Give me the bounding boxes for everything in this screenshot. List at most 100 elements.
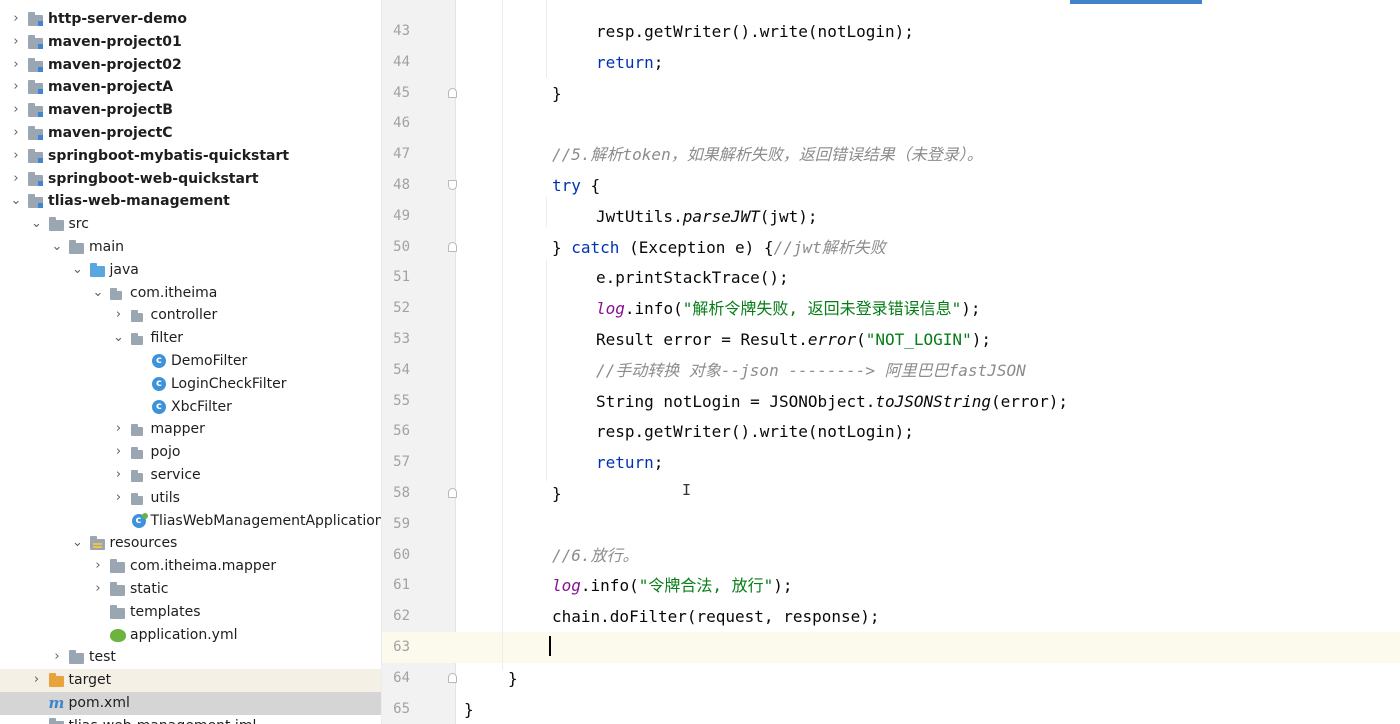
code-token: try xyxy=(552,176,581,195)
chevron-right-icon[interactable]: › xyxy=(112,418,126,441)
tree-item[interactable]: ⌄ tlias-web-management xyxy=(0,190,381,213)
tree-item[interactable]: › springboot-mybatis-quickstart xyxy=(0,145,381,168)
chevron-down-icon[interactable]: ⌄ xyxy=(71,532,85,555)
tree-item[interactable]: › pojo xyxy=(0,441,381,464)
tree-item[interactable]: ⌄ src xyxy=(0,213,381,236)
chevron-right-icon[interactable]: › xyxy=(9,168,23,191)
code-text: try { xyxy=(552,170,600,201)
tree-item[interactable]: templates xyxy=(0,601,381,624)
tree-item[interactable]: ⌄ resources xyxy=(0,532,381,555)
code-token: } xyxy=(464,699,474,719)
chevron-down-icon[interactable]: ⌄ xyxy=(30,213,44,236)
code-line[interactable]: 47 //5.解析token，如果解析失败，返回错误结果（未登录）。 xyxy=(382,139,1400,170)
chevron-right-icon[interactable]: › xyxy=(91,555,105,578)
tree-item[interactable]: › target xyxy=(0,669,381,693)
tree-item[interactable]: › maven-projectA xyxy=(0,76,381,99)
chevron-right-icon[interactable]: › xyxy=(112,441,126,464)
tree-item[interactable]: › static xyxy=(0,578,381,601)
tree-item[interactable]: › http-server-demo xyxy=(0,8,381,31)
code-line[interactable]: 65} xyxy=(382,694,1400,724)
tree-item[interactable]: › com.itheima.mapper xyxy=(0,555,381,578)
chevron-down-icon[interactable]: ⌄ xyxy=(50,236,64,259)
code-line[interactable]: 56 resp.getWriter().write(notLogin); xyxy=(382,416,1400,447)
chevron-right-icon[interactable]: › xyxy=(112,304,126,327)
code-line[interactable]: 62 chain.doFilter(request, response); xyxy=(382,601,1400,632)
fold-marker-icon[interactable] xyxy=(448,180,457,190)
chevron-right-icon[interactable]: › xyxy=(9,145,23,168)
chevron-right-icon[interactable]: › xyxy=(9,54,23,77)
chevron-down-icon[interactable]: ⌄ xyxy=(91,282,105,305)
code-line[interactable]: 61 log.info("令牌合法, 放行"); xyxy=(382,570,1400,601)
tree-item-label: http-server-demo xyxy=(48,11,187,27)
tree-item[interactable]: ⌄ com.itheima xyxy=(0,282,381,305)
tree-item[interactable]: › test xyxy=(0,646,381,669)
chevron-right-icon[interactable]: › xyxy=(9,122,23,145)
tree-item[interactable]: c XbcFilter xyxy=(0,396,381,419)
package-icon xyxy=(130,445,147,460)
chevron-right-icon[interactable]: › xyxy=(91,578,105,601)
code-line[interactable]: 43 resp.getWriter().write(notLogin); xyxy=(382,16,1400,47)
code-line[interactable]: 52 log.info("解析令牌失败, 返回未登录错误信息"); xyxy=(382,293,1400,324)
chevron-right-icon[interactable]: › xyxy=(9,76,23,99)
fold-marker-icon[interactable] xyxy=(448,87,457,98)
chevron-right-icon[interactable]: › xyxy=(30,669,44,692)
active-tab-indicator[interactable] xyxy=(1070,0,1202,4)
fold-marker-icon[interactable] xyxy=(448,672,457,683)
code-token: error xyxy=(807,330,857,349)
tree-item[interactable]: ⌄ main xyxy=(0,236,381,259)
tree-item[interactable]: › service xyxy=(0,464,381,487)
tree-item[interactable]: › controller xyxy=(0,304,381,327)
code-line[interactable]: 49 JwtUtils.parseJWT(jwt); xyxy=(382,201,1400,232)
fold-marker-icon[interactable] xyxy=(448,488,457,498)
code-line[interactable]: 54 //手动转换 对象--json --------> 阿里巴巴fastJSON xyxy=(382,355,1400,386)
code-token: catch xyxy=(571,237,620,257)
chevron-right-icon[interactable]: › xyxy=(50,646,64,669)
tree-item[interactable]: m pom.xml xyxy=(0,692,381,715)
code-line[interactable]: 55 String notLogin = JSONObject.toJSONStr… xyxy=(382,386,1400,417)
tree-item[interactable]: › utils xyxy=(0,487,381,510)
code-line[interactable]: 60 //6.放行。 xyxy=(382,540,1400,571)
tree-item[interactable]: c LoginCheckFilter xyxy=(0,373,381,396)
folder-icon xyxy=(69,240,85,255)
tree-item[interactable]: application.yml xyxy=(0,624,381,647)
tree-item[interactable]: c DemoFilter xyxy=(0,350,381,373)
code-line[interactable]: 63 xyxy=(382,632,1400,663)
tree-item[interactable]: ⌄ filter xyxy=(0,327,381,350)
chevron-down-icon[interactable]: ⌄ xyxy=(112,327,126,350)
tree-item[interactable]: tlias-web-management.iml xyxy=(0,715,381,724)
tree-item-label: target xyxy=(68,672,112,689)
code-line[interactable]: 64} xyxy=(382,663,1400,694)
chevron-right-icon[interactable]: › xyxy=(112,487,126,510)
tree-item[interactable]: › maven-projectC xyxy=(0,122,381,145)
code-line[interactable]: 59 xyxy=(382,509,1400,540)
indent-guide xyxy=(546,259,547,481)
tree-item[interactable]: › maven-projectB xyxy=(0,99,381,122)
code-line[interactable]: 48 try { xyxy=(382,170,1400,201)
code-line[interactable]: 44 return; xyxy=(382,47,1400,78)
chevron-down-icon[interactable]: ⌄ xyxy=(71,259,85,282)
tree-item[interactable]: c TliasWebManagementApplication xyxy=(0,510,381,533)
chevron-down-icon[interactable]: ⌄ xyxy=(9,190,23,213)
chevron-right-icon[interactable]: › xyxy=(9,31,23,54)
code-line[interactable]: 58} xyxy=(382,478,1400,509)
chevron-right-icon[interactable]: › xyxy=(9,8,23,31)
tree-item[interactable]: › mapper xyxy=(0,418,381,441)
tree-item[interactable]: › maven-project02 xyxy=(0,54,381,77)
tree-item[interactable]: › maven-project01 xyxy=(0,31,381,54)
fold-marker-icon[interactable] xyxy=(448,241,457,252)
tree-item-label: springboot-mybatis-quickstart xyxy=(48,147,290,164)
code-line[interactable]: 51 e.printStackTrace(); xyxy=(382,262,1400,293)
code-line[interactable]: 50} catch (Exception e) {//jwt解析失败 xyxy=(382,232,1400,263)
indent-guide xyxy=(546,197,547,227)
code-line[interactable]: 46 xyxy=(382,108,1400,139)
tree-item[interactable]: › springboot-web-quickstart xyxy=(0,168,381,191)
chevron-right-icon[interactable]: › xyxy=(9,99,23,122)
chevron-right-icon[interactable]: › xyxy=(112,464,126,487)
code-editor[interactable]: 43 resp.getWriter().write(notLogin); 44 ret… xyxy=(382,0,1400,724)
line-number: 52 xyxy=(393,300,410,317)
code-line[interactable]: 45} xyxy=(382,78,1400,109)
line-number: 43 xyxy=(393,23,410,39)
code-line[interactable]: 53 Result error = Result.error("NOT_LOGIN… xyxy=(382,324,1400,355)
tree-item[interactable]: ⌄ java xyxy=(0,259,381,282)
code-line[interactable]: 57 return; xyxy=(382,447,1400,478)
